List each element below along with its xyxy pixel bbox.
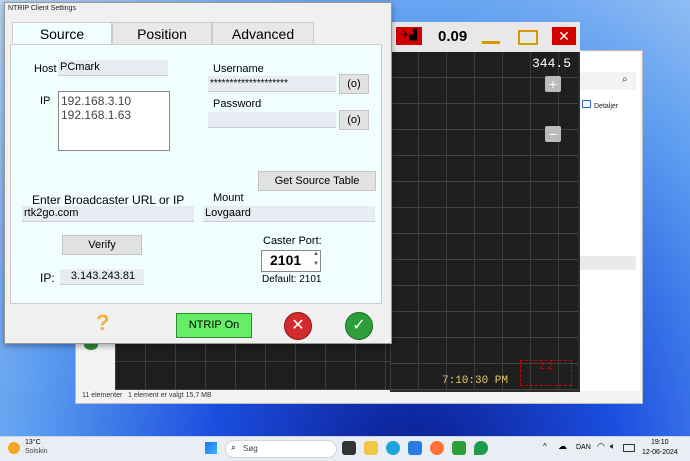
verify-button[interactable]: Verify xyxy=(62,235,142,255)
details-pane-icon xyxy=(582,100,591,108)
wifi-icon[interactable]: ◠ xyxy=(597,441,605,452)
weather-icon xyxy=(8,442,20,454)
username-label: Username xyxy=(213,63,264,75)
clock-time[interactable]: 19:10 xyxy=(651,439,669,446)
password-toggle-button[interactable]: (o) xyxy=(339,110,369,130)
ntrip-on-button[interactable]: NTRIP On xyxy=(176,313,252,338)
app-icon[interactable] xyxy=(452,441,466,455)
store-icon[interactable] xyxy=(408,441,422,455)
tab-source[interactable]: Source xyxy=(12,22,112,45)
search-label: Søg xyxy=(243,444,258,453)
cloud-icon[interactable]: ☁ xyxy=(558,441,567,452)
time-readout: 7:10:30 PM xyxy=(442,375,509,387)
explorer-status-bar: 11 elementer 1 element er valgt 15,7 MB xyxy=(76,391,640,402)
caster-port-value: 2101 xyxy=(270,252,302,268)
value-readout: 0.09 xyxy=(438,28,468,45)
password-field[interactable] xyxy=(208,112,336,128)
caster-port-stepper[interactable]: 2101 ▲ ▼ xyxy=(261,250,321,272)
host-label: Host xyxy=(34,63,57,75)
broadcaster-url-field[interactable]: rtk2go.com xyxy=(22,206,194,222)
taskbar: 13°C Solskin ⌕ Søg ^ ☁ DAN ◠ 🔈︎ 19:10 12… xyxy=(0,436,690,461)
list-item[interactable]: 192.168.1.63 xyxy=(59,108,169,122)
battery-icon[interactable] xyxy=(623,444,635,452)
explorer-details-pane: ⌕ Detaljer xyxy=(578,52,640,392)
host-field[interactable]: PCmark xyxy=(58,60,168,76)
clock-date[interactable]: 12-06-2024 xyxy=(642,449,678,456)
get-source-table-button[interactable]: Get Source Table xyxy=(258,171,376,191)
weather-desc: Solskin xyxy=(25,448,48,455)
file-explorer-icon[interactable] xyxy=(364,441,378,455)
default-port-label: Default: 2101 xyxy=(262,274,322,285)
heading-readout: 344.5 xyxy=(532,56,572,71)
details-button[interactable]: Detaljer xyxy=(582,100,618,110)
language-indicator[interactable]: DAN xyxy=(576,444,591,451)
map-grid xyxy=(390,52,578,390)
selection-info: 1 element er valgt 15,7 MB xyxy=(128,392,212,399)
search-icon: ⌕ xyxy=(231,442,237,452)
speed-gauge-icon: 2.2 xyxy=(520,360,572,386)
tab-position[interactable]: Position xyxy=(112,22,212,45)
cancel-icon[interactable]: ✕ xyxy=(284,312,312,340)
start-button[interactable] xyxy=(205,442,217,454)
search-box[interactable]: ⌕ Søg xyxy=(225,440,337,458)
zoom-out-button[interactable]: − xyxy=(545,126,561,142)
mount-field[interactable]: Lovgaard xyxy=(203,206,375,222)
resolved-ip-label: IP: xyxy=(40,271,55,285)
chevron-up-icon[interactable]: ^ xyxy=(543,442,547,451)
dialog-title: NTRIP Client Settings xyxy=(8,5,76,12)
stepper-up-icon[interactable]: ▲ xyxy=(313,251,319,257)
resolved-ip-value: 3.143.243.81 xyxy=(60,269,144,285)
username-toggle-button[interactable]: (o) xyxy=(339,74,369,94)
minimize-button[interactable] xyxy=(482,41,500,44)
help-icon[interactable]: ? xyxy=(96,310,109,336)
password-label: Password xyxy=(213,98,262,110)
signal-icon[interactable]: ✈▟ xyxy=(396,27,422,45)
broadcaster-label: Enter Broadcaster URL or IP xyxy=(32,193,185,207)
volume-icon[interactable]: 🔈︎ xyxy=(610,441,615,452)
item-count: 11 elementer xyxy=(82,392,123,399)
username-field[interactable]: ******************** xyxy=(208,76,336,92)
camera-toolbar: ✈▟ 0.09 ✕ xyxy=(390,22,580,52)
ip-label: IP xyxy=(40,95,51,107)
maximize-button[interactable] xyxy=(518,30,538,45)
close-button[interactable]: ✕ xyxy=(552,27,576,45)
tab-advanced[interactable]: Advanced xyxy=(212,22,314,45)
edge-browser-icon[interactable] xyxy=(386,441,400,455)
firefox-icon[interactable] xyxy=(430,441,444,455)
list-item[interactable]: 192.168.3.10 xyxy=(59,92,169,108)
mount-label: Mount xyxy=(213,192,244,204)
ip-list[interactable]: 192.168.3.10 192.168.1.63 xyxy=(58,91,170,151)
ok-icon[interactable]: ✓ xyxy=(345,312,373,340)
caster-port-label: Caster Port: xyxy=(263,235,322,247)
map-pin-icon[interactable] xyxy=(474,441,488,455)
weather-temp: 13°C xyxy=(25,439,41,446)
search-icon[interactable]: ⌕ xyxy=(622,74,628,85)
zoom-in-button[interactable]: + xyxy=(545,76,561,92)
task-view-icon[interactable] xyxy=(342,441,356,455)
stepper-down-icon[interactable]: ▼ xyxy=(313,261,319,267)
